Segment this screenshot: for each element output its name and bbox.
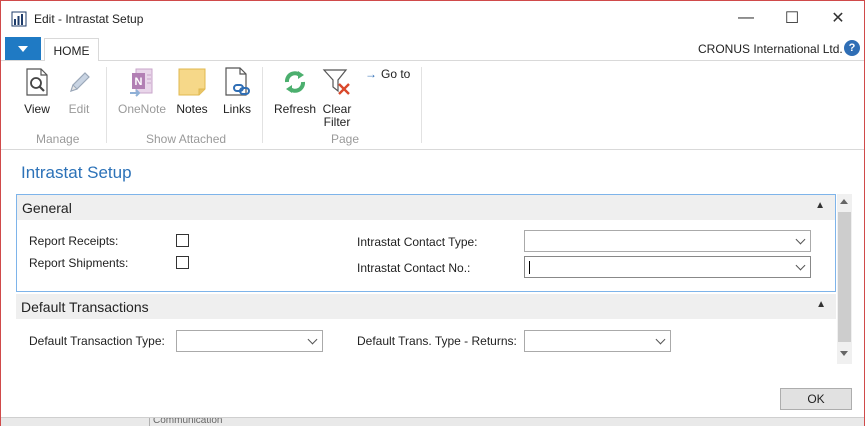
text-cursor bbox=[529, 261, 530, 274]
default-trans-type-returns-select[interactable] bbox=[524, 330, 671, 352]
chevron-down-icon bbox=[655, 334, 666, 345]
report-shipments-label: Report Shipments: bbox=[29, 256, 129, 270]
maximize-icon: ☐ bbox=[784, 10, 800, 27]
fasttab-default-transactions-header[interactable]: Default Transactions ▲ bbox=[16, 294, 836, 319]
group-label-page: Page bbox=[331, 132, 360, 146]
chevron-down-icon bbox=[795, 260, 806, 271]
default-transaction-type-select[interactable] bbox=[176, 330, 323, 352]
minimize-icon: — bbox=[738, 9, 754, 26]
intrastat-contact-type-label: Intrastat Contact Type: bbox=[357, 235, 478, 249]
clear-filter-button[interactable]: Clear Filter bbox=[321, 65, 353, 129]
edit-label: Edit bbox=[68, 102, 90, 116]
tab-home[interactable]: HOME bbox=[44, 38, 99, 62]
clear-filter-icon bbox=[322, 69, 350, 95]
dialog-window: Edit - Intrastat Setup — ☐ ✕ HOME CRONUS… bbox=[0, 0, 865, 426]
edit-button[interactable]: Edit bbox=[63, 65, 95, 116]
minimize-button[interactable]: — bbox=[723, 1, 769, 35]
group-label-manage: Manage bbox=[36, 132, 80, 146]
scroll-up-icon[interactable] bbox=[840, 199, 848, 204]
report-shipments-checkbox[interactable] bbox=[176, 256, 189, 269]
intrastat-contact-no-label: Intrastat Contact No.: bbox=[357, 261, 471, 275]
divider bbox=[149, 418, 150, 426]
background-peek-text: Communication bbox=[153, 417, 223, 426]
fasttab-default-transactions: Default Transactions ▲ bbox=[16, 294, 836, 364]
onenote-label: OneNote bbox=[118, 102, 167, 116]
svg-text:N: N bbox=[135, 76, 143, 88]
go-to-button[interactable]: → Go to bbox=[365, 67, 410, 81]
clear-filter-label: Clear Filter bbox=[323, 103, 352, 129]
notes-button[interactable]: Notes bbox=[176, 65, 208, 116]
ribbon-separator bbox=[421, 67, 422, 143]
chevron-down-icon bbox=[307, 334, 318, 345]
title-bar: Edit - Intrastat Setup — ☐ ✕ bbox=[1, 1, 864, 36]
fasttab-general-title: General bbox=[22, 200, 72, 216]
refresh-button[interactable]: Refresh bbox=[274, 65, 316, 116]
ok-button[interactable]: OK bbox=[780, 388, 852, 410]
company-name: CRONUS International Ltd. bbox=[698, 42, 843, 56]
default-transaction-type-label: Default Transaction Type: bbox=[29, 334, 165, 348]
intrastat-contact-no-input[interactable] bbox=[524, 256, 811, 278]
fasttab-general-header[interactable]: General ▲ bbox=[17, 195, 835, 220]
default-trans-type-returns-label: Default Trans. Type - Returns: bbox=[357, 334, 517, 348]
ribbon-separator bbox=[262, 67, 263, 143]
links-label: Links bbox=[222, 102, 251, 116]
links-button[interactable]: Links bbox=[221, 65, 253, 116]
chevron-up-icon[interactable]: ▲ bbox=[815, 200, 825, 211]
pencil-icon bbox=[70, 72, 90, 92]
view-label: View bbox=[24, 102, 50, 116]
vertical-scrollbar[interactable] bbox=[837, 194, 852, 364]
background-window-strip: Communication bbox=[1, 417, 864, 426]
ribbon-separator bbox=[106, 67, 107, 143]
ribbon-tabstrip: HOME CRONUS International Ltd. ? bbox=[1, 36, 864, 62]
refresh-icon bbox=[285, 71, 306, 93]
group-label-show-attached: Show Attached bbox=[146, 132, 227, 146]
view-icon bbox=[26, 68, 48, 96]
scroll-down-icon[interactable] bbox=[840, 351, 848, 356]
chevron-up-icon[interactable]: ▲ bbox=[816, 299, 826, 310]
refresh-label: Refresh bbox=[274, 102, 317, 116]
onenote-icon: N bbox=[130, 68, 153, 97]
arrow-right-icon: → bbox=[365, 67, 377, 81]
chevron-down-icon bbox=[18, 45, 28, 52]
application-menu-button[interactable] bbox=[5, 37, 41, 60]
ribbon: View Edit Manage N OneNote Notes Links S… bbox=[1, 61, 864, 150]
help-icon[interactable]: ? bbox=[844, 40, 860, 56]
chevron-down-icon bbox=[795, 234, 806, 245]
intrastat-contact-type-select[interactable] bbox=[524, 230, 811, 252]
report-receipts-label: Report Receipts: bbox=[29, 234, 119, 248]
app-logo-icon bbox=[11, 11, 27, 27]
scroll-thumb[interactable] bbox=[838, 212, 851, 342]
maximize-button[interactable]: ☐ bbox=[769, 1, 815, 35]
window-title: Edit - Intrastat Setup bbox=[34, 12, 144, 26]
clear-filter-label-line1: Clear bbox=[322, 102, 352, 116]
close-button[interactable]: ✕ bbox=[815, 1, 861, 35]
page-title: Intrastat Setup bbox=[21, 163, 132, 182]
onenote-button[interactable]: N OneNote bbox=[118, 65, 166, 116]
fasttab-default-transactions-title: Default Transactions bbox=[21, 299, 149, 315]
close-icon: ✕ bbox=[831, 10, 845, 27]
go-to-label: Go to bbox=[381, 67, 411, 81]
notes-label: Notes bbox=[176, 102, 208, 116]
report-receipts-checkbox[interactable] bbox=[176, 234, 189, 247]
clear-filter-label-line2: Filter bbox=[323, 115, 351, 129]
links-icon bbox=[225, 67, 250, 96]
notes-icon bbox=[178, 68, 206, 96]
view-button[interactable]: View bbox=[21, 65, 53, 116]
